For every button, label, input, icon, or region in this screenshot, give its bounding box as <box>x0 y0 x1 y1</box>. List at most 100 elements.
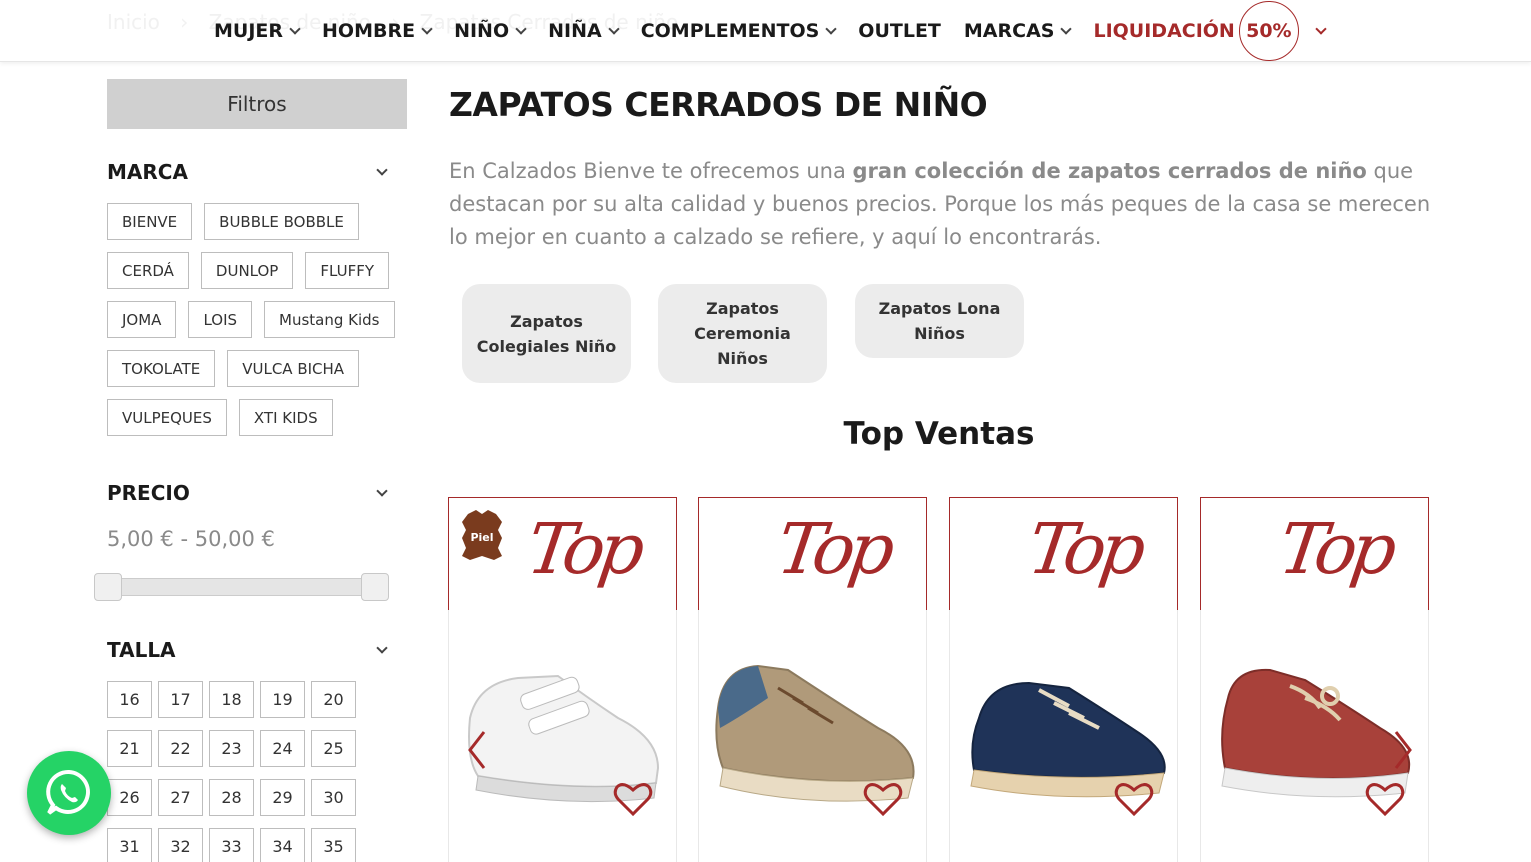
card-border <box>698 610 699 862</box>
size-filter-chip[interactable]: 16 <box>107 681 152 718</box>
subcategory-ceremonia[interactable]: Zapatos Ceremonia Niños <box>658 284 827 383</box>
size-filter-chip[interactable]: 28 <box>209 779 254 816</box>
card-border <box>1177 610 1178 862</box>
size-filter-chip[interactable]: 33 <box>209 828 254 862</box>
size-filter-chip[interactable]: 30 <box>311 779 356 816</box>
nav-item-outlet[interactable]: OUTLET <box>858 20 941 42</box>
main-nav: MUJER HOMBRE NIÑO NIÑA COMPLEMENTOS OUTL… <box>214 0 1327 62</box>
card-border <box>926 498 927 610</box>
price-slider-min-handle[interactable] <box>94 573 122 601</box>
category-intro: En Calzados Bienve te ofrecemos una gran… <box>449 155 1439 254</box>
size-filter-title[interactable]: TALLA <box>107 638 176 662</box>
card-border <box>1200 610 1201 862</box>
price-slider-track[interactable] <box>107 578 377 596</box>
size-filter-chip[interactable]: 19 <box>260 681 305 718</box>
subcategory-lona[interactable]: Zapatos Lona Niños <box>855 284 1024 358</box>
heart-wishlist-icon[interactable] <box>863 781 903 817</box>
card-border <box>448 498 449 610</box>
leather-badge-icon: Piel <box>462 510 502 560</box>
nav-label: COMPLEMENTOS <box>640 20 820 42</box>
size-filter-chip[interactable]: 24 <box>260 730 305 767</box>
brand-filter-title[interactable]: MARCA <box>107 160 188 184</box>
nav-label: NIÑO <box>454 20 510 42</box>
size-filter-chip[interactable]: 18 <box>209 681 254 718</box>
card-border <box>926 610 927 862</box>
product-card[interactable]: Top <box>698 497 927 862</box>
product-card[interactable]: Top <box>1200 497 1429 862</box>
chevron-down-icon <box>1060 22 1073 35</box>
size-filter-chip[interactable]: 25 <box>311 730 356 767</box>
nav-item-hombre[interactable]: HOMBRE <box>322 20 433 42</box>
card-border <box>676 610 677 862</box>
nav-item-marcas[interactable]: MARCAS <box>963 20 1073 42</box>
nav-label: NIÑA <box>548 20 602 42</box>
brand-filter-chip[interactable]: JOMA <box>107 301 177 338</box>
nav-item-complementos[interactable]: COMPLEMENTOS <box>640 20 837 42</box>
filters-button[interactable]: Filtros <box>107 79 407 129</box>
brand-filter-chip[interactable]: VULPEQUES <box>107 399 227 436</box>
piel-label: Piel <box>470 531 493 544</box>
size-filter-chip[interactable]: 29 <box>260 779 305 816</box>
size-filter-chip[interactable]: 21 <box>107 730 152 767</box>
brand-filter-list: BIENVE BUBBLE BOBBLE CERDÁ DUNLOP FLUFFY JOMA… <box>107 203 407 436</box>
top-badge: Top <box>522 508 644 590</box>
brand-filter-chip[interactable]: Mustang Kids <box>264 301 395 338</box>
brand-filter-chip[interactable]: LOIS <box>188 301 253 338</box>
chevron-down-icon <box>421 22 433 35</box>
size-filter-chip[interactable]: 22 <box>158 730 203 767</box>
whatsapp-icon <box>46 769 90 815</box>
carousel-next-arrow-icon[interactable] <box>1392 730 1414 770</box>
price-range-value: 5,00 € - 50,00 € <box>107 527 275 551</box>
price-filter-title[interactable]: PRECIO <box>107 481 190 505</box>
price-slider-max-handle[interactable] <box>361 573 389 601</box>
product-card[interactable]: Top <box>949 497 1178 862</box>
nav-label: MARCAS <box>963 20 1055 42</box>
nav-item-liquidacion[interactable]: LIQUIDACIÓN 50% <box>1093 1 1327 61</box>
chevron-down-icon <box>289 22 301 35</box>
top-badge: Top <box>1274 508 1396 590</box>
brand-filter-chip[interactable]: XTI KIDS <box>238 399 333 436</box>
chevron-down-icon <box>515 22 527 35</box>
heart-wishlist-icon[interactable] <box>1365 781 1405 817</box>
whatsapp-button[interactable] <box>27 751 111 835</box>
site-header: Inicio › Zapatos de niño › Zapatos Cerra… <box>0 0 1531 62</box>
nav-item-nina[interactable]: NIÑA <box>548 20 620 42</box>
brand-filter-chip[interactable]: TOKOLATE <box>107 350 216 387</box>
nav-item-nino[interactable]: NIÑO <box>454 20 527 42</box>
carousel-prev-arrow-icon[interactable] <box>466 730 488 770</box>
size-filter-chip[interactable]: 27 <box>158 779 203 816</box>
size-filter-chip[interactable]: 32 <box>158 828 203 862</box>
size-filter-chip[interactable]: 20 <box>311 681 356 718</box>
size-filter-chip[interactable]: 26 <box>107 779 152 816</box>
sale-percent-badge: 50% <box>1238 1 1299 61</box>
chevron-down-icon <box>1315 22 1327 35</box>
size-filter-chip[interactable]: 31 <box>107 828 152 862</box>
brand-filter-chip[interactable]: FLUFFY <box>305 252 389 289</box>
brand-filter-chip[interactable]: VULCA BICHA <box>227 350 360 387</box>
chevron-down-icon[interactable] <box>376 485 388 497</box>
subcategory-colegiales[interactable]: Zapatos Colegiales Niño <box>462 284 631 383</box>
intro-highlight: gran colección de zapatos cerrados de ni… <box>852 159 1367 183</box>
heart-wishlist-icon[interactable] <box>613 781 653 817</box>
brand-filter-chip[interactable]: DUNLOP <box>200 252 294 289</box>
nav-label: LIQUIDACIÓN <box>1093 20 1235 42</box>
size-filter-chip[interactable]: 35 <box>311 828 356 862</box>
brand-filter-chip[interactable]: BUBBLE BOBBLE <box>204 203 359 240</box>
top-badge: Top <box>772 508 894 590</box>
intro-text: En Calzados Bienve te ofrecemos una <box>449 159 853 183</box>
card-border <box>949 498 950 610</box>
chevron-down-icon <box>825 22 837 35</box>
heart-wishlist-icon[interactable] <box>1114 781 1154 817</box>
size-filter-chip[interactable]: 34 <box>260 828 305 862</box>
chevron-down-icon[interactable] <box>376 164 388 176</box>
card-border <box>698 498 699 610</box>
breadcrumb-home[interactable]: Inicio <box>107 10 160 34</box>
size-filter-chip[interactable]: 17 <box>158 681 203 718</box>
nav-item-mujer[interactable]: MUJER <box>214 20 301 42</box>
chevron-down-icon[interactable] <box>376 642 388 654</box>
card-border <box>949 610 950 862</box>
size-filter-chip[interactable]: 23 <box>209 730 254 767</box>
brand-filter-chip[interactable]: BIENVE <box>107 203 193 240</box>
product-card[interactable]: Piel Top <box>448 497 677 862</box>
brand-filter-chip[interactable]: CERDÁ <box>107 252 189 289</box>
